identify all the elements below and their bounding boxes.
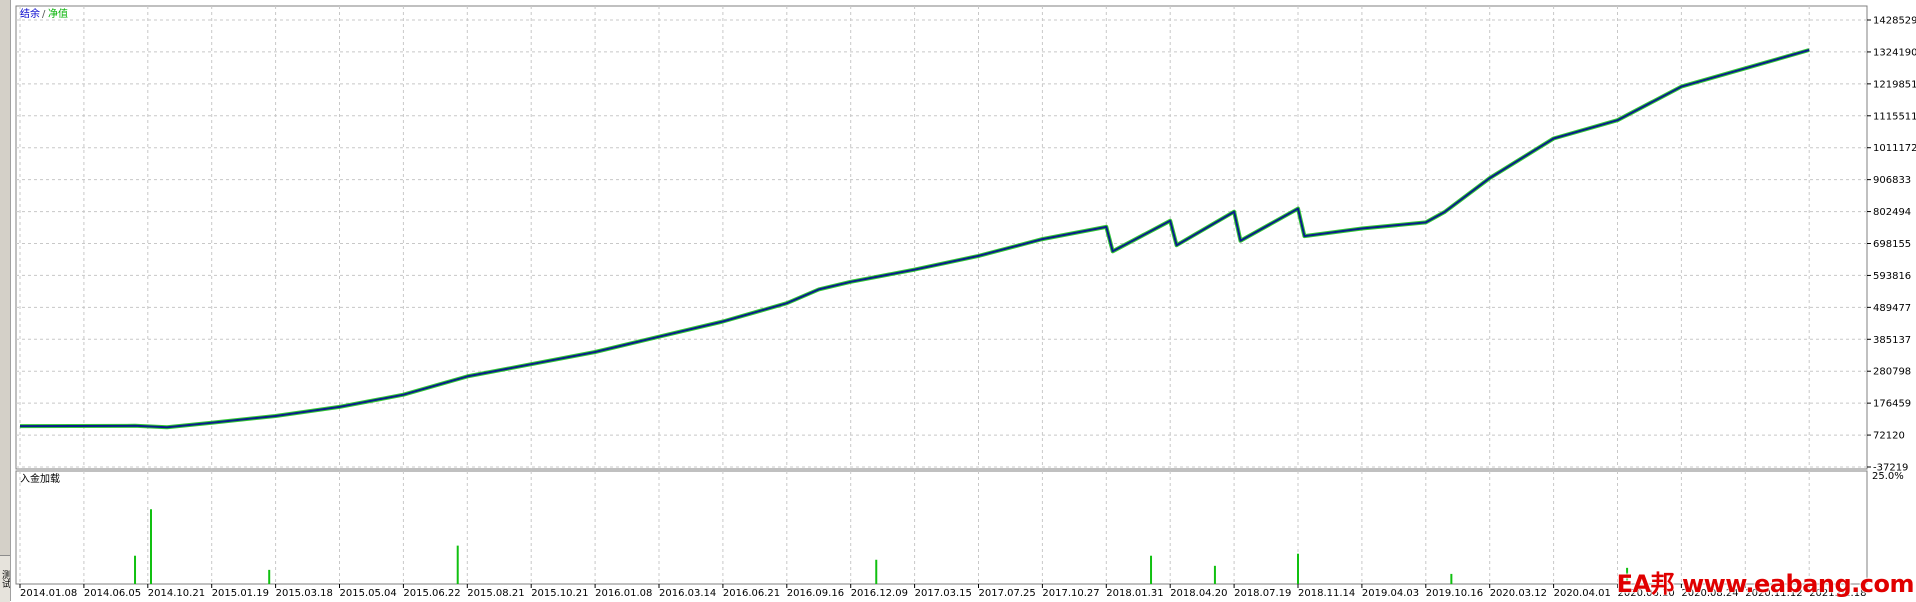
- x-tick-label: 2016.03.14: [659, 588, 716, 599]
- legend-equity: 净值: [48, 7, 68, 20]
- x-tick-label: 2017.07.25: [979, 588, 1036, 599]
- x-tick-label: 2018.01.31: [1106, 588, 1163, 599]
- x-tick-label: 2015.05.04: [340, 588, 397, 599]
- x-tick-label: 2015.08.21: [467, 588, 524, 599]
- y-tick-label: 698155: [1873, 239, 1911, 250]
- y-axis: 1428529 1324190 1219851 1115511 1011172 90683…: [1867, 16, 1916, 474]
- x-tick-label: 2015.06.22: [403, 588, 460, 599]
- x-tick-label: 2016.06.21: [723, 588, 780, 599]
- x-tick-label: 2020.03.12: [1490, 588, 1547, 599]
- x-axis: 2014.01.08 2014.06.05 2014.10.21 2015.01.19…: [19, 584, 1866, 599]
- lower-panel-label: 入金加载: [20, 472, 60, 485]
- lower-panel-scale: 25.0%: [1872, 471, 1904, 482]
- x-tick-label: 2019.04.03: [1362, 588, 1419, 599]
- x-tick-label: 2018.04.20: [1170, 588, 1227, 599]
- equity-chart: 1428529 1324190 1219851 1115511 1011172 90683…: [15, 5, 1916, 599]
- upper-plot-frame: [15, 5, 1868, 470]
- x-tick-label: 2014.01.08: [20, 588, 77, 599]
- x-tick-label: 2018.07.19: [1234, 588, 1291, 599]
- y-tick-label: 385137: [1873, 335, 1911, 346]
- y-tick-label: 906833: [1873, 175, 1911, 186]
- y-tick-label: 802494: [1873, 207, 1911, 218]
- x-tick-label: 2017.10.27: [1042, 588, 1099, 599]
- watermark-text: EA邦 www.eabang.com: [1616, 570, 1915, 598]
- x-tick-label: 2019.10.16: [1426, 588, 1483, 599]
- x-tick-label: 2015.10.21: [531, 588, 588, 599]
- y-tick-label: 1428529: [1873, 16, 1916, 27]
- y-tick-label: 1011172: [1873, 143, 1916, 154]
- y-tick-label: 1219851: [1873, 79, 1916, 90]
- y-tick-label: 1115511: [1873, 111, 1916, 122]
- x-tick-label: 2015.01.19: [212, 588, 269, 599]
- x-tick-label: 2014.06.05: [84, 588, 141, 599]
- y-tick-label: 1324190: [1873, 47, 1916, 58]
- x-tick-label: 2018.11.14: [1298, 588, 1355, 599]
- x-tick-label: 2015.03.18: [276, 588, 333, 599]
- legend-balance: 结余: [20, 7, 40, 20]
- y-tick-label: 593816: [1873, 271, 1911, 282]
- x-tick-label: 2020.04.01: [1554, 588, 1611, 599]
- x-tick-label: 2016.09.16: [787, 588, 844, 599]
- x-tick-label: 2014.10.21: [148, 588, 205, 599]
- y-tick-label: 489477: [1873, 303, 1911, 314]
- x-tick-label: 2016.01.08: [595, 588, 652, 599]
- y-tick-label: 176459: [1873, 399, 1911, 410]
- lower-plot-frame: [15, 470, 1868, 585]
- y-tick-label: 72120: [1873, 431, 1905, 442]
- x-tick-label: 2016.12.09: [851, 588, 908, 599]
- x-tick-label: 2017.03.15: [915, 588, 972, 599]
- y-tick-label: 280798: [1873, 367, 1911, 378]
